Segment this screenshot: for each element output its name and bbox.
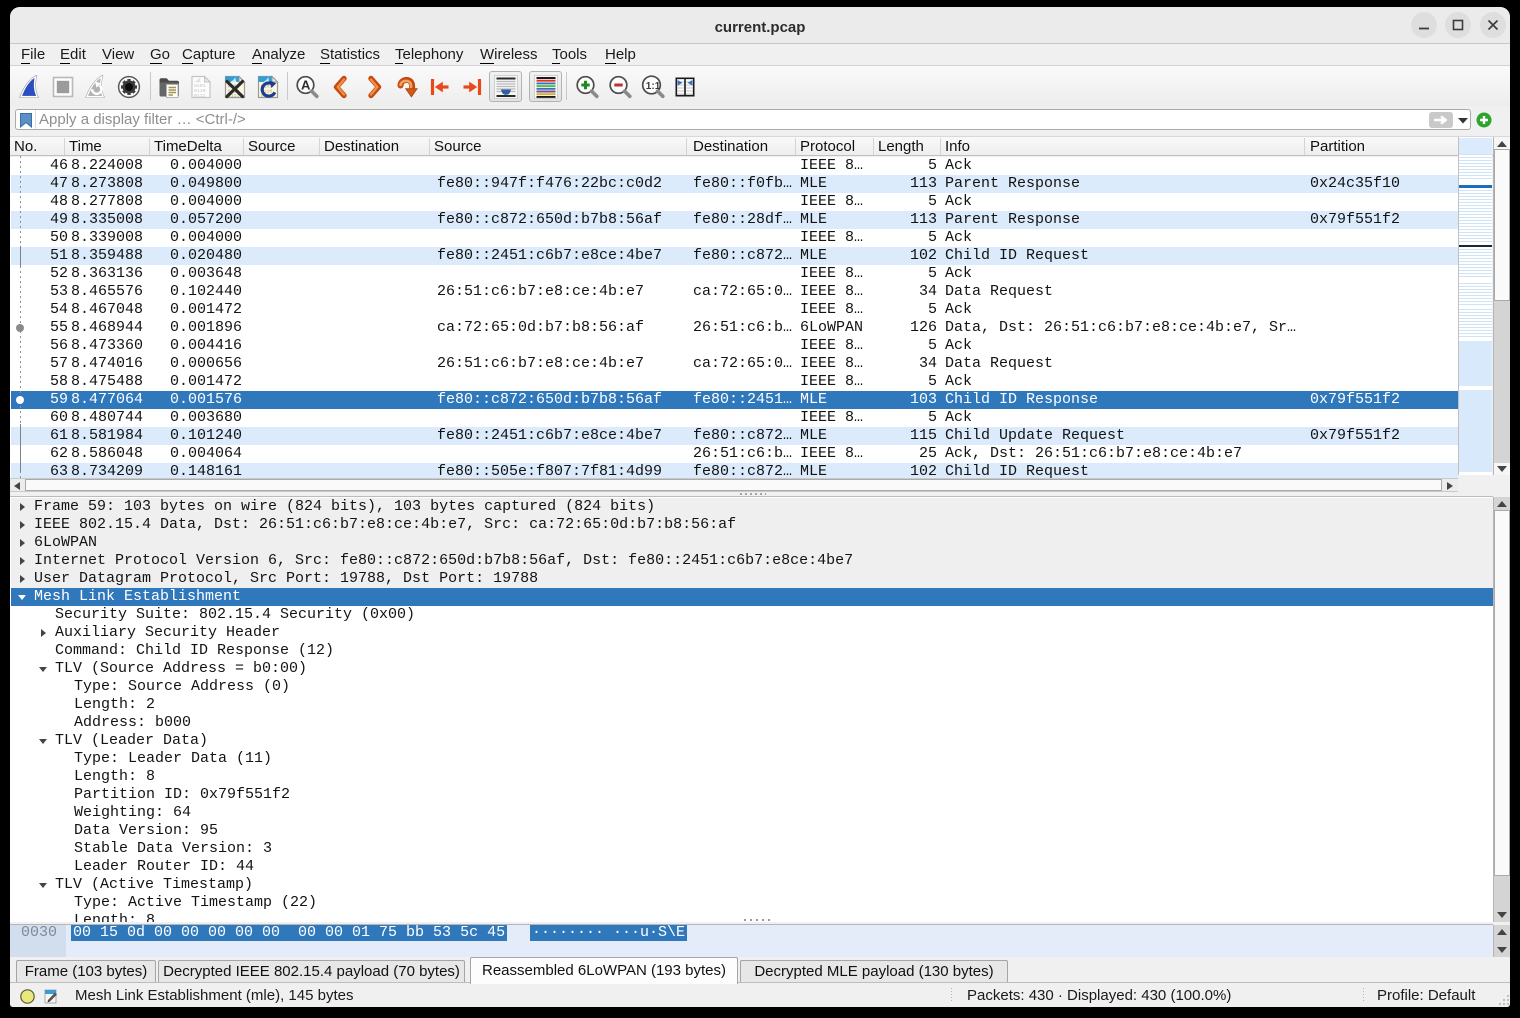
svg-text:1:1: 1:1	[646, 81, 661, 92]
svg-text:0111: 0111	[194, 93, 206, 99]
svg-text:A: A	[301, 78, 311, 93]
